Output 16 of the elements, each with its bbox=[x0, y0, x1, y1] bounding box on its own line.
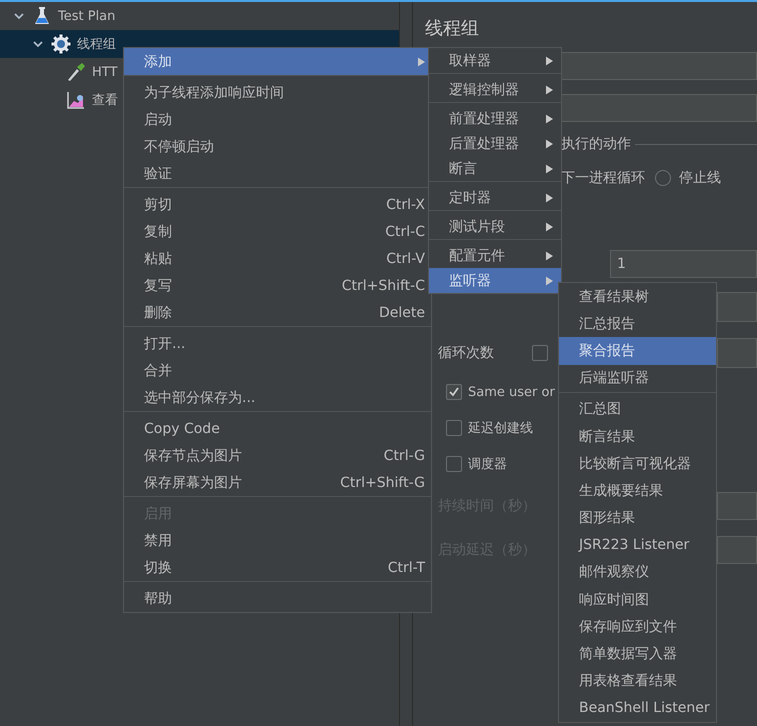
group-label: 执行的动作 bbox=[561, 135, 631, 153]
shortcut-label: Delete bbox=[379, 304, 425, 320]
shortcut-label: Ctrl-T bbox=[388, 560, 425, 576]
shortcut-label: Ctrl-X bbox=[386, 196, 425, 212]
shortcut-label: Ctrl-G bbox=[384, 448, 425, 464]
checkbox-label: Same user or bbox=[468, 384, 555, 400]
radio-label: 停止线 bbox=[679, 169, 721, 187]
checkbox-label: 延迟创建线 bbox=[468, 420, 533, 437]
panel-title: 线程组 bbox=[425, 17, 479, 40]
shortcut-label: Ctrl+Shift-C bbox=[342, 278, 425, 294]
shortcut-label: Ctrl-V bbox=[386, 250, 425, 266]
shortcut-label: Ctrl+Shift-G bbox=[340, 474, 425, 490]
checkbox-label: 调度器 bbox=[468, 456, 507, 473]
radio-label: 下一进程循环 bbox=[561, 169, 645, 187]
shortcut-label: Ctrl-C bbox=[385, 224, 425, 240]
loop-count-label: 循环次数 bbox=[438, 344, 495, 362]
